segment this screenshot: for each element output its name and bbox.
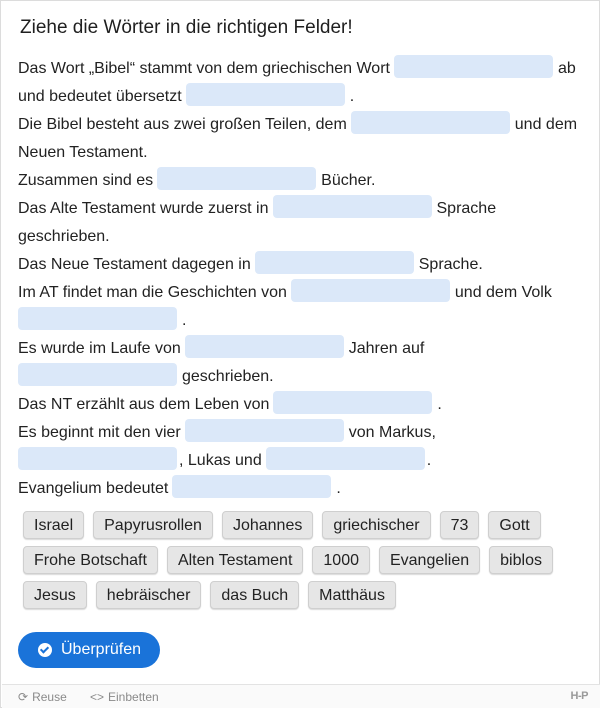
text-line: geschrieben.: [18, 363, 588, 391]
text-segment: .: [426, 452, 432, 469]
draggable-word[interactable]: Frohe Botschaft: [23, 546, 158, 574]
text-line: Das NT erzählt aus dem Leben von.: [18, 391, 588, 419]
check-button-label: Überprüfen: [61, 641, 142, 658]
text-segment: Bücher.: [321, 172, 376, 189]
dropzone[interactable]: [273, 391, 433, 414]
text-line: Neuen Testament.: [18, 139, 588, 167]
text-line: Die Bibel besteht aus zwei großen Teilen…: [18, 111, 588, 139]
dropzone[interactable]: [265, 447, 425, 470]
dropzone[interactable]: [18, 447, 177, 470]
dropzone[interactable]: [184, 335, 344, 358]
text-line: , Lukas und.: [18, 447, 588, 475]
text-with-dropzones: Das Wort „Bibel“ stammt von dem griechis…: [18, 55, 588, 503]
check-button[interactable]: Überprüfen: [18, 632, 160, 668]
text-segment: .: [437, 396, 442, 413]
text-segment: Jahren auf: [348, 340, 425, 357]
draggable-word[interactable]: biblos: [489, 546, 553, 574]
text-segment: Das NT erzählt aus dem Leben von: [18, 396, 270, 413]
draggable-word[interactable]: 73: [439, 511, 480, 539]
draggable-word[interactable]: das Buch: [210, 581, 300, 609]
text-line: Im AT findet man die Geschichten von und …: [18, 279, 588, 307]
text-segment: Das Neue Testament dagegen in: [18, 256, 251, 273]
word-row: Frohe Botschaft Alten Testament 1000 Eva…: [18, 546, 584, 581]
dropzone[interactable]: [184, 419, 344, 442]
text-line: Das Wort „Bibel“ stammt von dem griechis…: [18, 55, 588, 83]
reuse-icon: ⟳: [18, 690, 29, 704]
reuse-label: Reuse: [32, 690, 67, 704]
text-segment: Neuen Testament.: [18, 144, 148, 161]
code-icon: <>: [90, 690, 105, 704]
text-segment: Zusammen sind es: [18, 172, 154, 189]
draggable-word[interactable]: 1000: [312, 546, 370, 574]
dropzone[interactable]: [157, 167, 317, 190]
draggable-word[interactable]: Papyrusrollen: [93, 511, 213, 539]
dropzone[interactable]: [172, 475, 332, 498]
dropzone[interactable]: [18, 307, 177, 330]
text-segment: , Lukas und: [179, 452, 262, 469]
text-segment: Es wurde im Laufe von: [18, 340, 181, 357]
text-segment: Sprache.: [418, 256, 483, 273]
draggable-word[interactable]: Jesus: [23, 581, 87, 609]
dropzone[interactable]: [393, 55, 553, 78]
text-line: Das Alte Testament wurde zuerst in Sprach…: [18, 195, 588, 223]
dropzone[interactable]: [18, 363, 177, 386]
word-row: Israel Papyrusrollen Johannes griechisch…: [18, 511, 584, 546]
text-segment: .: [182, 312, 187, 329]
h5p-footer: ⟳ Reuse <> Einbetten H-P: [2, 684, 600, 708]
text-segment: Sprache: [436, 200, 497, 217]
draggable-word[interactable]: griechischer: [322, 511, 431, 539]
text-segment: .: [336, 480, 341, 497]
dropzone[interactable]: [254, 251, 414, 274]
check-circle-icon: [38, 643, 52, 657]
h5p-container: Ziehe die Wörter in die richtigen Felder…: [0, 0, 600, 708]
draggable-word[interactable]: Gott: [488, 511, 541, 539]
text-line: Das Neue Testament dagegen in Sprache.: [18, 251, 588, 279]
text-segment: .: [349, 88, 355, 105]
word-row: Jesus hebräischer das Buch Matthäus: [18, 581, 584, 616]
text-line: und bedeutet übersetzt.: [18, 83, 588, 111]
text-line: Evangelium bedeutet.: [18, 475, 588, 503]
dropzone[interactable]: [350, 111, 510, 134]
text-segment: Im AT findet man die Geschichten von: [18, 284, 287, 301]
text-segment: und bedeutet übersetzt: [18, 88, 182, 105]
text-line: Es wurde im Laufe von Jahren auf: [18, 335, 588, 363]
embed-link[interactable]: <> Einbetten: [90, 690, 159, 704]
text-segment: und dem Volk: [454, 284, 552, 301]
text-segment: geschrieben.: [18, 228, 110, 245]
draggable-word[interactable]: Alten Testament: [166, 546, 304, 574]
text-segment: Das Wort „Bibel“ stammt von dem griechis…: [18, 60, 390, 77]
text-segment: und dem: [514, 116, 578, 133]
text-line: Zusammen sind es Bücher.: [18, 167, 588, 195]
draggable-word[interactable]: Matthäus: [308, 581, 396, 609]
dropzone[interactable]: [290, 279, 450, 302]
draggable-word[interactable]: hebräischer: [95, 581, 202, 609]
text-segment: Das Alte Testament wurde zuerst in: [18, 200, 269, 217]
draggable-word[interactable]: Johannes: [221, 511, 314, 539]
text-segment: Evangelium bedeutet: [18, 480, 169, 497]
text-segment: geschrieben.: [182, 368, 274, 385]
text-segment: von Markus,: [348, 424, 436, 441]
reuse-link[interactable]: ⟳ Reuse: [18, 690, 67, 704]
h5p-logo[interactable]: H-P: [571, 690, 589, 702]
text-line: geschrieben.: [18, 223, 588, 251]
dropzone[interactable]: [272, 195, 432, 218]
dropzone[interactable]: [185, 83, 345, 106]
draggable-word[interactable]: Evangelien: [378, 546, 481, 574]
text-line: Es beginnt mit den vier von Markus,: [18, 419, 588, 447]
draggable-word[interactable]: Israel: [23, 511, 85, 539]
draggable-word-bank: Israel Papyrusrollen Johannes griechisch…: [18, 511, 584, 616]
text-segment: Die Bibel besteht aus zwei großen Teilen…: [18, 116, 347, 133]
text-segment: Es beginnt mit den vier: [18, 424, 181, 441]
task-description: Ziehe die Wörter in die richtigen Felder…: [20, 17, 353, 38]
text-line: .: [18, 307, 588, 335]
embed-label: Einbetten: [108, 690, 159, 704]
text-segment: ab: [557, 60, 576, 77]
